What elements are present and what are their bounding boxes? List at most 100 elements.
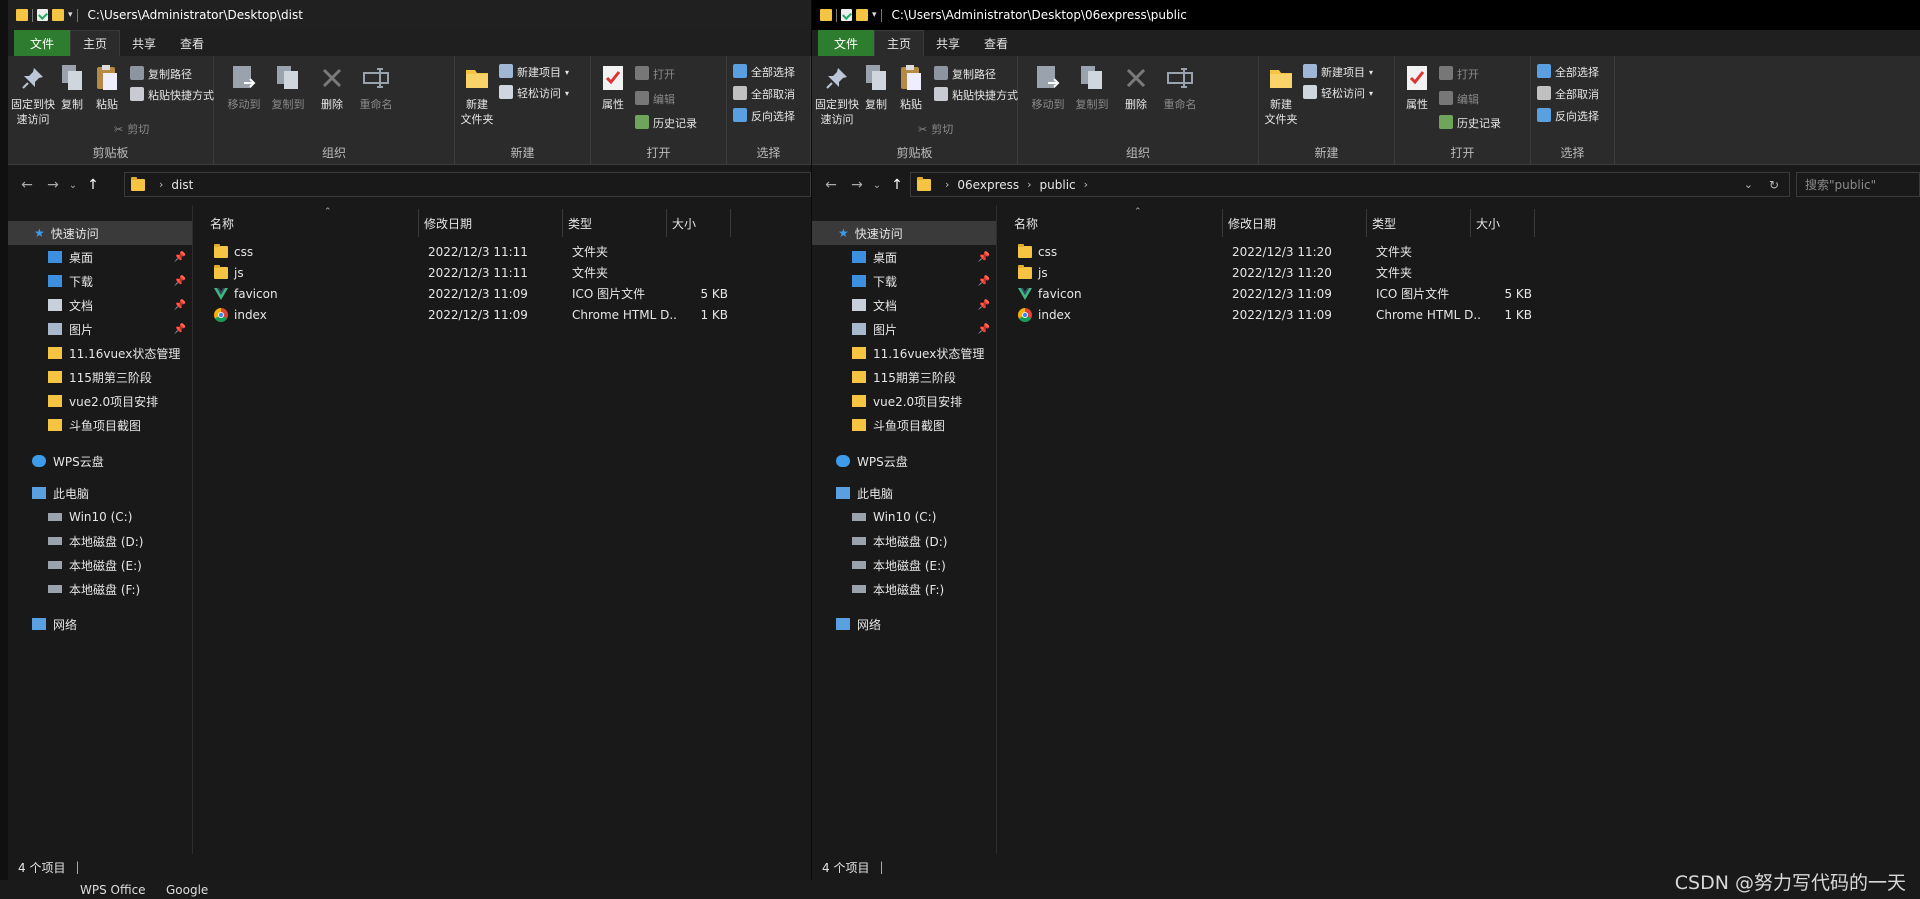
select-all-button[interactable]: 全部选择 <box>733 62 795 82</box>
column-header-size[interactable]: 大小 <box>672 209 696 237</box>
easy-access-button[interactable]: 轻松访问 ▾ <box>1303 83 1373 103</box>
tab-share[interactable]: 共享 <box>924 30 972 56</box>
select-none-button[interactable]: 全部取消 <box>733 84 795 104</box>
rename-button[interactable]: 重命名 <box>354 60 398 112</box>
column-divider[interactable] <box>418 209 419 237</box>
nav-recent-folder[interactable]: 115期第三阶段 <box>8 365 192 389</box>
move-to-button[interactable]: 移动到 <box>222 60 266 112</box>
tab-home[interactable]: 主页 <box>70 30 121 56</box>
file-row[interactable]: favicon 2022/12/3 11:09 ICO 图片文件 5 KB <box>998 283 1558 304</box>
edit-button[interactable]: 编辑 <box>635 89 675 109</box>
customize-quick-access-icon[interactable]: ▾ <box>68 10 73 20</box>
copy-to-button[interactable]: 复制到 <box>1070 60 1114 112</box>
recent-locations-chevron-icon[interactable]: ⌄ <box>870 180 884 191</box>
invert-selection-button[interactable]: 反向选择 <box>1537 106 1599 126</box>
new-item-button[interactable]: 新建项目 ▾ <box>1303 62 1373 82</box>
new-folder-quick-icon[interactable] <box>856 9 868 21</box>
address-bar[interactable]: › dist <box>124 172 811 197</box>
nav-recent-folder[interactable]: vue2.0项目安排 <box>812 389 996 413</box>
breadcrumb-item[interactable]: 06express <box>957 178 1019 192</box>
file-row[interactable]: js 2022/12/3 11:11 文件夹 <box>194 262 754 283</box>
new-item-button[interactable]: 新建项目 ▾ <box>499 62 569 82</box>
nav-wps-cloud[interactable]: WPS云盘 <box>8 449 192 473</box>
column-header-date[interactable]: 修改日期 <box>1228 209 1276 237</box>
copy-to-button[interactable]: 复制到 <box>266 60 310 112</box>
easy-access-button[interactable]: 轻松访问 ▾ <box>499 83 569 103</box>
column-header-name[interactable]: 名称 <box>1014 209 1038 237</box>
history-button[interactable]: 历史记录 <box>635 113 697 133</box>
nav-pinned-item[interactable]: 文档 📌 <box>812 293 996 317</box>
file-row[interactable]: favicon 2022/12/3 11:09 ICO 图片文件 5 KB <box>194 283 754 304</box>
nav-drive[interactable]: 本地磁盘 (E:) <box>812 553 996 577</box>
nav-recent-folder[interactable]: 11.16vuex状态管理 <box>8 341 192 365</box>
up-arrow-icon[interactable]: ↑ <box>884 177 910 193</box>
paste-button[interactable]: 粘贴 <box>88 60 126 112</box>
open-button[interactable]: 打开 <box>635 64 675 84</box>
nav-recent-folder[interactable]: 11.16vuex状态管理 <box>812 341 996 365</box>
tab-file[interactable]: 文件 <box>818 30 875 56</box>
column-header-size[interactable]: 大小 <box>1476 209 1500 237</box>
history-button[interactable]: 历史记录 <box>1439 113 1501 133</box>
file-row[interactable]: js 2022/12/3 11:20 文件夹 <box>998 262 1558 283</box>
delete-button[interactable]: 删除 <box>1116 60 1156 112</box>
column-divider[interactable] <box>666 209 667 237</box>
nav-pinned-item[interactable]: 图片 📌 <box>8 317 192 341</box>
nav-drive[interactable]: 本地磁盘 (E:) <box>8 553 192 577</box>
column-header-date[interactable]: 修改日期 <box>424 209 472 237</box>
tab-view[interactable]: 查看 <box>972 30 1020 56</box>
new-folder-button[interactable]: 新建 文件夹 <box>457 60 497 127</box>
nav-drive[interactable]: 本地磁盘 (F:) <box>812 577 996 601</box>
tab-file[interactable]: 文件 <box>14 30 71 56</box>
copy-button[interactable]: 复制 <box>860 60 892 112</box>
select-none-button[interactable]: 全部取消 <box>1537 84 1599 104</box>
taskbar-item[interactable]: Google <box>166 883 208 897</box>
nav-quick-access[interactable]: ★ 快速访问 <box>812 221 996 245</box>
nav-drive[interactable]: 本地磁盘 (D:) <box>812 529 996 553</box>
tab-home[interactable]: 主页 <box>874 30 925 56</box>
nav-recent-folder[interactable]: 斗鱼项目截图 <box>8 413 192 437</box>
breadcrumb-separator-icon[interactable]: › <box>1084 178 1088 191</box>
nav-drive[interactable]: Win10 (C:) <box>8 505 192 529</box>
nav-drive[interactable]: 本地磁盘 (F:) <box>8 577 192 601</box>
nav-wps-cloud[interactable]: WPS云盘 <box>812 449 996 473</box>
move-to-button[interactable]: 移动到 <box>1026 60 1070 112</box>
properties-button[interactable]: 属性 <box>1399 60 1435 112</box>
tab-view[interactable]: 查看 <box>168 30 216 56</box>
column-divider[interactable] <box>562 209 563 237</box>
file-row[interactable]: css 2022/12/3 11:20 文件夹 <box>998 241 1558 262</box>
properties-quick-icon[interactable] <box>841 9 852 21</box>
nav-network[interactable]: 网络 <box>812 612 996 636</box>
delete-button[interactable]: 删除 <box>312 60 352 112</box>
breadcrumb-item[interactable]: dist <box>171 178 193 192</box>
select-all-button[interactable]: 全部选择 <box>1537 62 1599 82</box>
nav-this-pc[interactable]: 此电脑 <box>812 481 996 505</box>
paste-shortcut-button[interactable]: 粘贴快捷方式 <box>934 85 1018 105</box>
column-header-type[interactable]: 类型 <box>568 209 592 237</box>
column-header-type[interactable]: 类型 <box>1372 209 1396 237</box>
nav-recent-folder[interactable]: vue2.0项目安排 <box>8 389 192 413</box>
cut-button[interactable]: ✂ 剪切 <box>114 119 149 139</box>
nav-pinned-item[interactable]: 下载 📌 <box>812 269 996 293</box>
nav-recent-folder[interactable]: 斗鱼项目截图 <box>812 413 996 437</box>
copy-path-button[interactable]: 复制路径 <box>130 64 192 84</box>
column-divider[interactable] <box>730 209 731 237</box>
forward-arrow-icon[interactable]: → <box>40 177 66 193</box>
column-divider[interactable] <box>1470 209 1471 237</box>
taskbar-item[interactable]: WPS Office <box>80 883 146 897</box>
nav-pinned-item[interactable]: 文档 📌 <box>8 293 192 317</box>
back-arrow-icon[interactable]: ← <box>14 177 40 193</box>
paste-button[interactable]: 粘贴 <box>892 60 930 112</box>
pin-quick-access-button[interactable]: 固定到快 速访问 <box>10 60 56 127</box>
breadcrumb-separator-icon[interactable]: › <box>1027 178 1031 191</box>
new-folder-quick-icon[interactable] <box>52 9 64 21</box>
invert-selection-button[interactable]: 反向选择 <box>733 106 795 126</box>
properties-button[interactable]: 属性 <box>595 60 631 112</box>
customize-quick-access-icon[interactable]: ▾ <box>872 10 877 20</box>
properties-quick-icon[interactable] <box>37 9 48 21</box>
nav-recent-folder[interactable]: 115期第三阶段 <box>812 365 996 389</box>
file-row[interactable]: index 2022/12/3 11:09 Chrome HTML D... 1… <box>194 304 754 325</box>
column-header-name[interactable]: 名称 <box>210 209 234 237</box>
up-arrow-icon[interactable]: ↑ <box>80 177 106 193</box>
breadcrumb-item[interactable]: public <box>1040 178 1076 192</box>
nav-this-pc[interactable]: 此电脑 <box>8 481 192 505</box>
